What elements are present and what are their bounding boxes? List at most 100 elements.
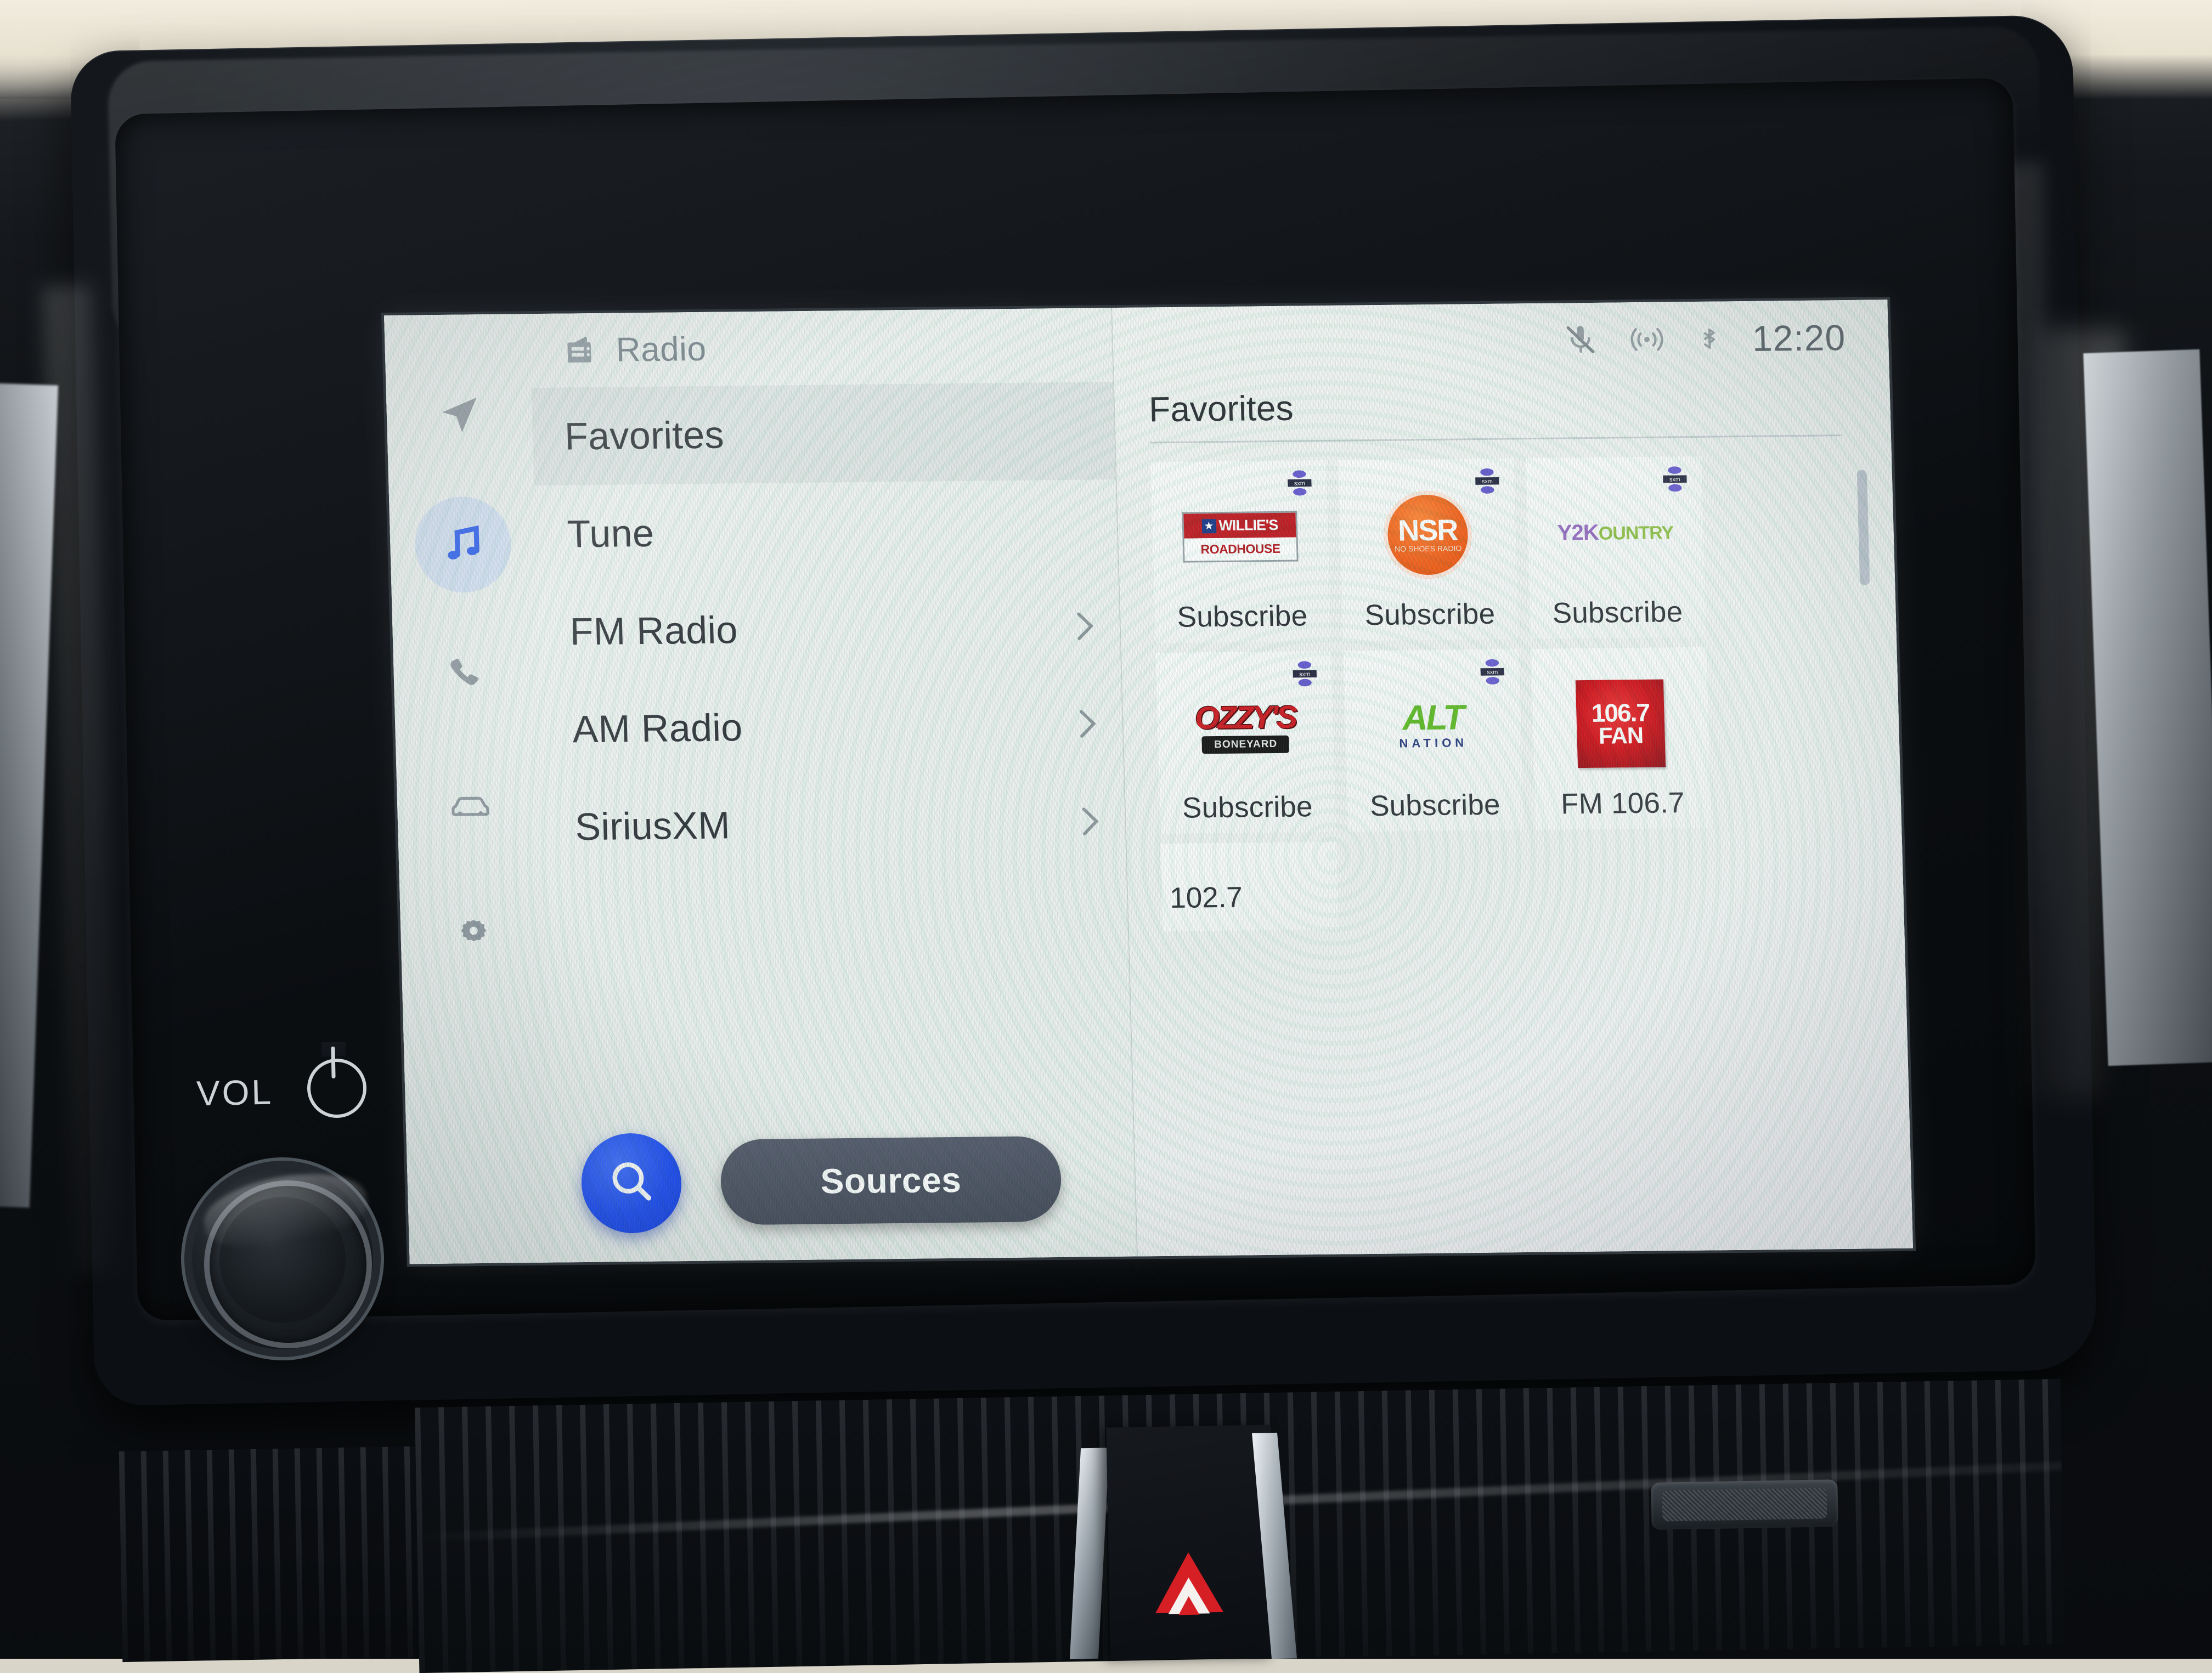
vent-slat bbox=[2042, 1379, 2052, 1645]
radio-menu-list: Favorites Tune FM Radio AM Radio SiriusX… bbox=[531, 382, 1137, 1263]
vent-slat bbox=[933, 1398, 944, 1664]
sources-button[interactable]: Sources bbox=[719, 1135, 1063, 1225]
logo-line-2: BONEYARD bbox=[1201, 735, 1290, 754]
vent-slat bbox=[1028, 1397, 1039, 1663]
logo-line-2: FAN bbox=[1598, 722, 1644, 749]
vent-slat bbox=[1334, 1391, 1345, 1657]
logo-line-1: 106.7 bbox=[1591, 698, 1650, 727]
vent-slat bbox=[721, 1402, 732, 1668]
sxm-badge-icon: sxm bbox=[1284, 468, 1314, 498]
vent-slat bbox=[206, 1450, 216, 1661]
sxm-badge-icon: sxm bbox=[1472, 466, 1502, 496]
favorite-tile-caption: 102.7 bbox=[1169, 881, 1243, 914]
sxm-badge-icon: sxm bbox=[1477, 657, 1508, 687]
favorites-scroll-area[interactable]: sxm ★ WILLIE'S ROADHOUSE Subscribe sxm N… bbox=[1150, 454, 1913, 1256]
radio-icon bbox=[562, 333, 597, 368]
favorites-divider bbox=[1149, 434, 1842, 444]
vent-slat bbox=[509, 1406, 520, 1672]
menu-item-fm-radio[interactable]: FM Radio bbox=[537, 577, 1121, 681]
car-icon bbox=[447, 781, 494, 828]
search-button[interactable] bbox=[580, 1133, 683, 1234]
logo-line-1: NSR bbox=[1397, 513, 1458, 547]
sidebar-item-phone[interactable] bbox=[417, 626, 516, 723]
page-title: Radio bbox=[615, 330, 707, 369]
vent-slat bbox=[556, 1405, 567, 1671]
menu-item-label: AM Radio bbox=[572, 706, 743, 751]
vent-slat bbox=[162, 1450, 172, 1661]
favorite-tile[interactable]: sxm ★ WILLIE'S ROADHOUSE Subscribe bbox=[1150, 460, 1331, 643]
svg-text:sxm: sxm bbox=[1299, 671, 1310, 677]
vent-slat bbox=[627, 1404, 637, 1670]
favorite-tile[interactable]: sxm Y2KOUNTRY Subscribe bbox=[1525, 456, 1706, 640]
vent-slat bbox=[650, 1403, 661, 1669]
navigation-arrow-icon bbox=[436, 392, 483, 438]
vent-slat bbox=[862, 1399, 873, 1665]
vent-slat bbox=[1452, 1389, 1463, 1655]
list-action-bar: Sources bbox=[580, 1129, 1063, 1234]
infotainment-screen[interactable]: Radio Favorites Tune FM Radio AM Radio S… bbox=[384, 299, 1914, 1264]
vent-slat bbox=[1381, 1391, 1392, 1657]
vent-slat bbox=[697, 1403, 708, 1669]
vent-slat bbox=[1877, 1382, 1888, 1648]
favorite-tile-partial[interactable]: 102.7 bbox=[1160, 841, 1339, 932]
vent-slat bbox=[1051, 1396, 1062, 1662]
vent-slat bbox=[1311, 1392, 1322, 1658]
vent-slat bbox=[250, 1449, 260, 1660]
microphone-muted-icon bbox=[1563, 323, 1598, 357]
vent-slat bbox=[1429, 1389, 1440, 1655]
vent-slat bbox=[1523, 1388, 1534, 1654]
vent-slat bbox=[382, 1446, 392, 1658]
phone-icon bbox=[443, 651, 490, 698]
vent-slat bbox=[815, 1400, 826, 1666]
vent-slat bbox=[140, 1451, 150, 1662]
sidebar-item-navigation[interactable] bbox=[410, 366, 509, 464]
svg-text:sxm: sxm bbox=[1482, 478, 1493, 485]
chevron-right-icon bbox=[1075, 611, 1095, 641]
station-logo-fan-1067: 106.7 FAN bbox=[1531, 659, 1710, 788]
hazard-button[interactable] bbox=[1106, 1425, 1275, 1660]
music-note-icon bbox=[439, 522, 487, 568]
menu-item-label: Tune bbox=[566, 511, 655, 556]
logo-line-1: ALT bbox=[1402, 697, 1464, 737]
sidebar-item-settings[interactable] bbox=[424, 886, 523, 983]
menu-item-am-radio[interactable]: AM Radio bbox=[539, 675, 1124, 778]
favorites-panel: 12:20 Favorites sxm ★ WILLIE'S ROADHOUSE… bbox=[1112, 299, 1914, 1257]
vent-slat bbox=[1995, 1380, 2006, 1646]
favorite-tile-caption: Subscribe bbox=[1176, 600, 1308, 634]
vent-slat bbox=[184, 1450, 194, 1661]
star-icon: ★ bbox=[1201, 518, 1216, 533]
dash-grip-mesh bbox=[1662, 1488, 1827, 1522]
vent-slat bbox=[532, 1405, 543, 1671]
favorite-tile[interactable]: sxm OZZY'S BONEYARD Subscribe bbox=[1155, 651, 1336, 834]
vent-slat bbox=[886, 1399, 897, 1665]
vent-slat bbox=[1476, 1389, 1487, 1655]
vent-slat bbox=[316, 1448, 326, 1659]
favorite-tile[interactable]: sxm ALT NATION Subscribe bbox=[1343, 649, 1524, 832]
sidebar-item-vehicle[interactable] bbox=[421, 756, 520, 853]
volume-label: VOL bbox=[196, 1072, 274, 1114]
svg-text:sxm: sxm bbox=[1294, 480, 1305, 487]
menu-item-favorites[interactable]: Favorites bbox=[531, 382, 1116, 486]
sidebar-item-media[interactable] bbox=[413, 496, 512, 594]
vent-slat bbox=[1499, 1388, 1510, 1654]
chevron-right-icon bbox=[1078, 708, 1098, 739]
logo-line-2: NATION bbox=[1399, 735, 1468, 750]
vent-slat bbox=[272, 1449, 282, 1660]
logo-line-2: OUNTRY bbox=[1598, 522, 1674, 544]
logo-line-1: WILLIE'S bbox=[1218, 516, 1278, 534]
menu-item-siriusxm[interactable]: SiriusXM bbox=[542, 772, 1126, 876]
sxm-badge-icon: sxm bbox=[1660, 464, 1690, 494]
vent-slat bbox=[360, 1447, 370, 1658]
vent-slat bbox=[294, 1448, 304, 1659]
vent-slat bbox=[1924, 1381, 1935, 1647]
vent-slat bbox=[228, 1449, 238, 1660]
power-icon-stem bbox=[331, 1046, 336, 1079]
menu-item-label: Favorites bbox=[564, 413, 725, 458]
menu-item-tune[interactable]: Tune bbox=[534, 479, 1118, 583]
favorite-tile[interactable]: 106.7 FAN FM 106.7 bbox=[1531, 647, 1712, 830]
favorite-tile[interactable]: sxm NSR NO SHOES RADIO Subscribe bbox=[1338, 458, 1519, 641]
vent-slat bbox=[957, 1398, 968, 1664]
vent-slat bbox=[338, 1447, 348, 1659]
vent-slat bbox=[1948, 1381, 1959, 1647]
logo-line-2: NO SHOES RADIO bbox=[1394, 543, 1462, 553]
